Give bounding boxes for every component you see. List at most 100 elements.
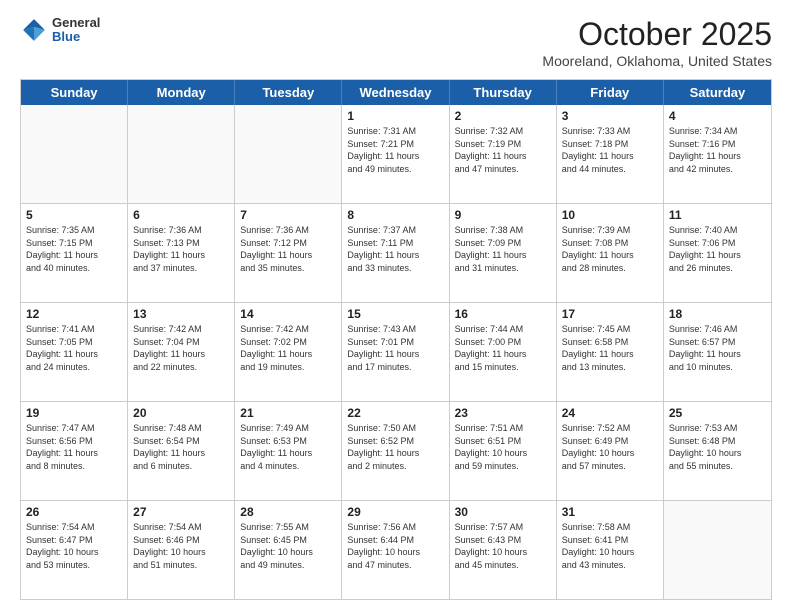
day-info: Sunrise: 7:55 AM Sunset: 6:45 PM Dayligh… <box>240 521 336 571</box>
day-cell-25: 25 Sunrise: 7:53 AM Sunset: 6:48 PM Dayli… <box>664 402 771 500</box>
day-number: 17 <box>562 307 658 321</box>
day-number: 31 <box>562 505 658 519</box>
day-info: Sunrise: 7:33 AM Sunset: 7:18 PM Dayligh… <box>562 125 658 175</box>
day-cell-8: 8 Sunrise: 7:37 AM Sunset: 7:11 PM Daylig… <box>342 204 449 302</box>
day-info: Sunrise: 7:46 AM Sunset: 6:57 PM Dayligh… <box>669 323 766 373</box>
day-info: Sunrise: 7:58 AM Sunset: 6:41 PM Dayligh… <box>562 521 658 571</box>
day-number: 25 <box>669 406 766 420</box>
header: General Blue October 2025 Mooreland, Okl… <box>20 16 772 69</box>
day-info: Sunrise: 7:53 AM Sunset: 6:48 PM Dayligh… <box>669 422 766 472</box>
header-thursday: Thursday <box>450 80 557 105</box>
day-number: 15 <box>347 307 443 321</box>
day-info: Sunrise: 7:37 AM Sunset: 7:11 PM Dayligh… <box>347 224 443 274</box>
day-info: Sunrise: 7:42 AM Sunset: 7:02 PM Dayligh… <box>240 323 336 373</box>
day-number: 20 <box>133 406 229 420</box>
day-number: 27 <box>133 505 229 519</box>
day-cell-1: 1 Sunrise: 7:31 AM Sunset: 7:21 PM Daylig… <box>342 105 449 203</box>
day-cell-18: 18 Sunrise: 7:46 AM Sunset: 6:57 PM Dayli… <box>664 303 771 401</box>
calendar-body: 1 Sunrise: 7:31 AM Sunset: 7:21 PM Daylig… <box>21 105 771 599</box>
header-friday: Friday <box>557 80 664 105</box>
day-cell-27: 27Sunrise: 7:54 AM Sunset: 6:46 PM Dayli… <box>128 501 235 599</box>
day-number: 12 <box>26 307 122 321</box>
day-number: 5 <box>26 208 122 222</box>
header-tuesday: Tuesday <box>235 80 342 105</box>
day-cell-23: 23Sunrise: 7:51 AM Sunset: 6:51 PM Dayli… <box>450 402 557 500</box>
day-number: 8 <box>347 208 443 222</box>
day-cell-21: 21Sunrise: 7:49 AM Sunset: 6:53 PM Dayli… <box>235 402 342 500</box>
day-cell-11: 11Sunrise: 7:40 AM Sunset: 7:06 PM Dayli… <box>664 204 771 302</box>
header-monday: Monday <box>128 80 235 105</box>
day-number: 11 <box>669 208 766 222</box>
day-cell-16: 16 Sunrise: 7:44 AM Sunset: 7:00 PM Dayli… <box>450 303 557 401</box>
day-number: 26 <box>26 505 122 519</box>
day-number: 18 <box>669 307 766 321</box>
day-info: Sunrise: 7:44 AM Sunset: 7:00 PM Dayligh… <box>455 323 551 373</box>
day-number: 9 <box>455 208 551 222</box>
calendar-header-row: Sunday Monday Tuesday Wednesday Thursday… <box>21 80 771 105</box>
day-info: Sunrise: 7:35 AM Sunset: 7:15 PM Dayligh… <box>26 224 122 274</box>
day-info: Sunrise: 7:41 AM Sunset: 7:05 PM Dayligh… <box>26 323 122 373</box>
day-cell-20: 20Sunrise: 7:48 AM Sunset: 6:54 PM Dayli… <box>128 402 235 500</box>
day-cell-29: 29 Sunrise: 7:56 AM Sunset: 6:44 PM Dayli… <box>342 501 449 599</box>
day-number: 4 <box>669 109 766 123</box>
logo-text: General Blue <box>52 16 100 45</box>
day-cell-15: 15 Sunrise: 7:43 AM Sunset: 7:01 PM Dayli… <box>342 303 449 401</box>
day-info: Sunrise: 7:43 AM Sunset: 7:01 PM Dayligh… <box>347 323 443 373</box>
day-info: Sunrise: 7:36 AM Sunset: 7:12 PM Dayligh… <box>240 224 336 274</box>
day-number: 13 <box>133 307 229 321</box>
day-number: 22 <box>347 406 443 420</box>
day-number: 7 <box>240 208 336 222</box>
day-info: Sunrise: 7:31 AM Sunset: 7:21 PM Dayligh… <box>347 125 443 175</box>
day-cell-2: 2Sunrise: 7:32 AM Sunset: 7:19 PM Daylig… <box>450 105 557 203</box>
day-number: 2 <box>455 109 551 123</box>
day-number: 1 <box>347 109 443 123</box>
calendar: Sunday Monday Tuesday Wednesday Thursday… <box>20 79 772 600</box>
day-cell-12: 12 Sunrise: 7:41 AM Sunset: 7:05 PM Dayli… <box>21 303 128 401</box>
day-cell-empty <box>128 105 235 203</box>
day-number: 30 <box>455 505 551 519</box>
day-cell-empty <box>664 501 771 599</box>
day-info: Sunrise: 7:36 AM Sunset: 7:13 PM Dayligh… <box>133 224 229 274</box>
day-cell-3: 3 Sunrise: 7:33 AM Sunset: 7:18 PM Daylig… <box>557 105 664 203</box>
day-number: 14 <box>240 307 336 321</box>
day-cell-6: 6Sunrise: 7:36 AM Sunset: 7:13 PM Daylig… <box>128 204 235 302</box>
logo-icon <box>20 16 48 44</box>
day-number: 3 <box>562 109 658 123</box>
day-cell-28: 28 Sunrise: 7:55 AM Sunset: 6:45 PM Dayli… <box>235 501 342 599</box>
day-cell-empty <box>235 105 342 203</box>
day-cell-5: 5 Sunrise: 7:35 AM Sunset: 7:15 PM Daylig… <box>21 204 128 302</box>
day-cell-19: 19 Sunrise: 7:47 AM Sunset: 6:56 PM Dayli… <box>21 402 128 500</box>
day-number: 23 <box>455 406 551 420</box>
logo-blue: Blue <box>52 30 100 44</box>
day-cell-31: 31 Sunrise: 7:58 AM Sunset: 6:41 PM Dayli… <box>557 501 664 599</box>
day-number: 10 <box>562 208 658 222</box>
day-number: 28 <box>240 505 336 519</box>
day-info: Sunrise: 7:42 AM Sunset: 7:04 PM Dayligh… <box>133 323 229 373</box>
day-info: Sunrise: 7:54 AM Sunset: 6:47 PM Dayligh… <box>26 521 122 571</box>
day-number: 19 <box>26 406 122 420</box>
day-cell-17: 17Sunrise: 7:45 AM Sunset: 6:58 PM Dayli… <box>557 303 664 401</box>
calendar-week-5: 26 Sunrise: 7:54 AM Sunset: 6:47 PM Dayli… <box>21 501 771 599</box>
day-info: Sunrise: 7:57 AM Sunset: 6:43 PM Dayligh… <box>455 521 551 571</box>
title-block: October 2025 Mooreland, Oklahoma, United… <box>542 16 772 69</box>
day-number: 24 <box>562 406 658 420</box>
day-cell-30: 30 Sunrise: 7:57 AM Sunset: 6:43 PM Dayli… <box>450 501 557 599</box>
logo-general: General <box>52 16 100 30</box>
day-info: Sunrise: 7:47 AM Sunset: 6:56 PM Dayligh… <box>26 422 122 472</box>
day-number: 29 <box>347 505 443 519</box>
header-sunday: Sunday <box>21 80 128 105</box>
day-number: 16 <box>455 307 551 321</box>
calendar-week-4: 19 Sunrise: 7:47 AM Sunset: 6:56 PM Dayli… <box>21 402 771 501</box>
day-info: Sunrise: 7:34 AM Sunset: 7:16 PM Dayligh… <box>669 125 766 175</box>
calendar-title: October 2025 <box>542 16 772 53</box>
day-info: Sunrise: 7:56 AM Sunset: 6:44 PM Dayligh… <box>347 521 443 571</box>
day-cell-22: 22Sunrise: 7:50 AM Sunset: 6:52 PM Dayli… <box>342 402 449 500</box>
day-cell-24: 24 Sunrise: 7:52 AM Sunset: 6:49 PM Dayli… <box>557 402 664 500</box>
calendar-week-3: 12 Sunrise: 7:41 AM Sunset: 7:05 PM Dayli… <box>21 303 771 402</box>
day-cell-13: 13 Sunrise: 7:42 AM Sunset: 7:04 PM Dayli… <box>128 303 235 401</box>
day-info: Sunrise: 7:52 AM Sunset: 6:49 PM Dayligh… <box>562 422 658 472</box>
day-cell-14: 14 Sunrise: 7:42 AM Sunset: 7:02 PM Dayli… <box>235 303 342 401</box>
day-cell-empty <box>21 105 128 203</box>
day-cell-10: 10Sunrise: 7:39 AM Sunset: 7:08 PM Dayli… <box>557 204 664 302</box>
day-info: Sunrise: 7:49 AM Sunset: 6:53 PM Dayligh… <box>240 422 336 472</box>
